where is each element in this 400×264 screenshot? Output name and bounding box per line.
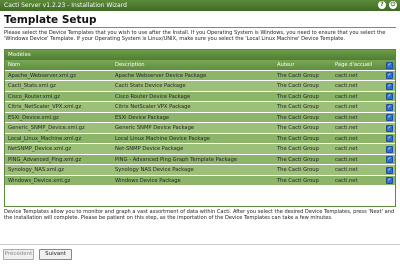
template-homepage: cacti.net	[335, 177, 358, 184]
select-all-checkbox[interactable]: ✓	[386, 60, 394, 69]
template-homepage: cacti.net	[335, 135, 358, 142]
table-row[interactable]: Windows_Device.xml.gz Windows Device Pack…	[5, 175, 395, 186]
template-checkbox[interactable]: ✓	[386, 165, 394, 174]
template-description: Net-SNMP Device Package	[115, 146, 184, 152]
template-checkbox[interactable]: ✓	[386, 92, 394, 101]
templates-table: Modèles Nom Description Auteur Page d'ac…	[4, 49, 396, 207]
template-name: Windows_Device.xml.gz	[8, 177, 71, 184]
footer-text: Device Templates allow you to monitor an…	[4, 209, 395, 222]
template-name: Cisco_Router.xml.gz	[8, 93, 60, 100]
template-author: The Cacti Group	[277, 114, 319, 121]
template-homepage: cacti.net	[335, 93, 358, 100]
template-author: The Cacti Group	[277, 83, 319, 89]
table-row[interactable]: Synology_NAS.xml.gz Synology NAS Device P…	[5, 165, 395, 176]
template-checkbox[interactable]: ✓	[386, 71, 394, 80]
template-author: The Cacti Group	[277, 125, 319, 131]
section-header: Modèles	[5, 50, 395, 60]
checkbox-check-icon: ✓	[386, 103, 393, 111]
checkbox-check-icon: ✓	[386, 135, 393, 143]
template-name: Generic_SNMP_Device.xml.gz	[8, 125, 85, 131]
template-name: Synology_NAS.xml.gz	[8, 167, 64, 173]
template-author: The Cacti Group	[277, 167, 319, 173]
checkbox-check-icon: ✓	[386, 166, 393, 174]
template-author: The Cacti Group	[277, 135, 319, 142]
template-author: The Cacti Group	[277, 72, 319, 79]
table-row[interactable]: PING_Advanced_Ping.xml.gz PING - Advanced…	[5, 154, 395, 165]
template-description: Local Linux Machine Device Package	[115, 135, 210, 142]
previous-button[interactable]: Précédent	[3, 249, 34, 260]
template-checkbox[interactable]: ✓	[386, 81, 394, 90]
template-homepage: cacti.net	[335, 167, 358, 173]
template-description: Cacti Stats Device Package	[115, 83, 186, 89]
template-description: Cisco Router Device Package	[115, 93, 191, 100]
bottom-divider	[0, 244, 400, 245]
template-checkbox[interactable]: ✓	[386, 134, 394, 143]
help-icon[interactable]: ?	[378, 1, 386, 9]
template-author: The Cacti Group	[277, 177, 319, 184]
template-homepage: cacti.net	[335, 104, 358, 110]
table-row[interactable]: ESXi_Device.xml.gz ESXi Device Package The…	[5, 112, 395, 123]
template-homepage: cacti.net	[335, 72, 358, 79]
template-homepage: cacti.net	[335, 156, 358, 163]
template-name: PING_Advanced_Ping.xml.gz	[8, 156, 82, 163]
page-title: Template Setup	[4, 14, 97, 26]
checkbox-check-icon: ✓	[386, 61, 393, 69]
table-header-row: Nom Description Auteur Page d'accueil ✓	[5, 60, 395, 71]
column-header-description[interactable]: Description	[115, 60, 275, 71]
next-button[interactable]: Suivant	[39, 249, 72, 260]
template-checkbox[interactable]: ✓	[386, 144, 394, 153]
checkbox-check-icon: ✓	[386, 124, 393, 132]
template-description: PING - Advanced Ping Graph Template Pack…	[115, 156, 238, 163]
template-name: Local_Linux_Machine.xml.gz	[8, 135, 82, 142]
table-row[interactable]: Apache_Webserver.xml.gz Apache Webserver …	[5, 70, 395, 81]
template-checkbox[interactable]: ✓	[386, 123, 394, 132]
table-row[interactable]: Cisco_Router.xml.gz Cisco Router Device P…	[5, 91, 395, 102]
checkbox-check-icon: ✓	[386, 156, 393, 164]
intro-text: Please select the Device Templates that …	[4, 30, 386, 43]
checkbox-check-icon: ✓	[386, 177, 393, 185]
checkbox-check-icon: ✓	[386, 145, 393, 153]
checkbox-check-icon: ✓	[386, 93, 393, 101]
template-name: Cacti_Stats.xml.gz	[8, 83, 56, 89]
template-description: Windows Device Package	[115, 177, 181, 184]
column-header-name[interactable]: Nom	[8, 60, 112, 71]
table-row[interactable]: Citrix_NetScaler_VPX.xml.gz Citrix NetSca…	[5, 102, 395, 113]
template-author: The Cacti Group	[277, 146, 319, 152]
template-description: Apache Webserver Device Package	[115, 72, 207, 79]
template-description: ESXi Device Package	[115, 114, 170, 121]
column-header-author[interactable]: Auteur	[277, 60, 333, 71]
template-name: Apache_Webserver.xml.gz	[8, 72, 77, 79]
template-checkbox[interactable]: ✓	[386, 113, 394, 122]
checkbox-check-icon: ✓	[386, 82, 393, 90]
template-description: Synology NAS Device Package	[115, 167, 194, 173]
template-homepage: cacti.net	[335, 114, 358, 121]
template-description: Generic SNMP Device Package	[115, 125, 195, 131]
checkbox-check-icon: ✓	[386, 72, 393, 80]
title-bar: Cacti Server v1.2.23 - Installation Wiza…	[0, 0, 400, 11]
table-row[interactable]: Local_Linux_Machine.xml.gz Local Linux Ma…	[5, 133, 395, 144]
template-checkbox[interactable]: ✓	[386, 155, 394, 164]
power-icon[interactable]: ⏻	[389, 1, 397, 9]
title-divider	[4, 27, 396, 28]
template-author: The Cacti Group	[277, 104, 319, 110]
table-row[interactable]: NetSNMP_Device.xml.gz Net-SNMP Device Pac…	[5, 144, 395, 155]
template-author: The Cacti Group	[277, 93, 319, 100]
template-homepage: cacti.net	[335, 146, 358, 152]
template-homepage: cacti.net	[335, 125, 358, 131]
template-author: The Cacti Group	[277, 156, 319, 163]
template-description: Citrix NetScaler VPX Package	[115, 104, 191, 110]
column-header-homepage[interactable]: Page d'accueil	[335, 60, 381, 71]
template-checkbox[interactable]: ✓	[386, 176, 394, 185]
window-title: Cacti Server v1.2.23 - Installation Wiza…	[4, 2, 127, 9]
template-name: NetSNMP_Device.xml.gz	[8, 146, 72, 152]
template-name: ESXi_Device.xml.gz	[8, 114, 59, 121]
checkbox-check-icon: ✓	[386, 114, 393, 122]
table-row[interactable]: Cacti_Stats.xml.gz Cacti Stats Device Pac…	[5, 81, 395, 92]
template-checkbox[interactable]: ✓	[386, 102, 394, 111]
template-name: Citrix_NetScaler_VPX.xml.gz	[8, 104, 82, 110]
template-homepage: cacti.net	[335, 83, 358, 89]
table-row[interactable]: Generic_SNMP_Device.xml.gz Generic SNMP D…	[5, 123, 395, 134]
